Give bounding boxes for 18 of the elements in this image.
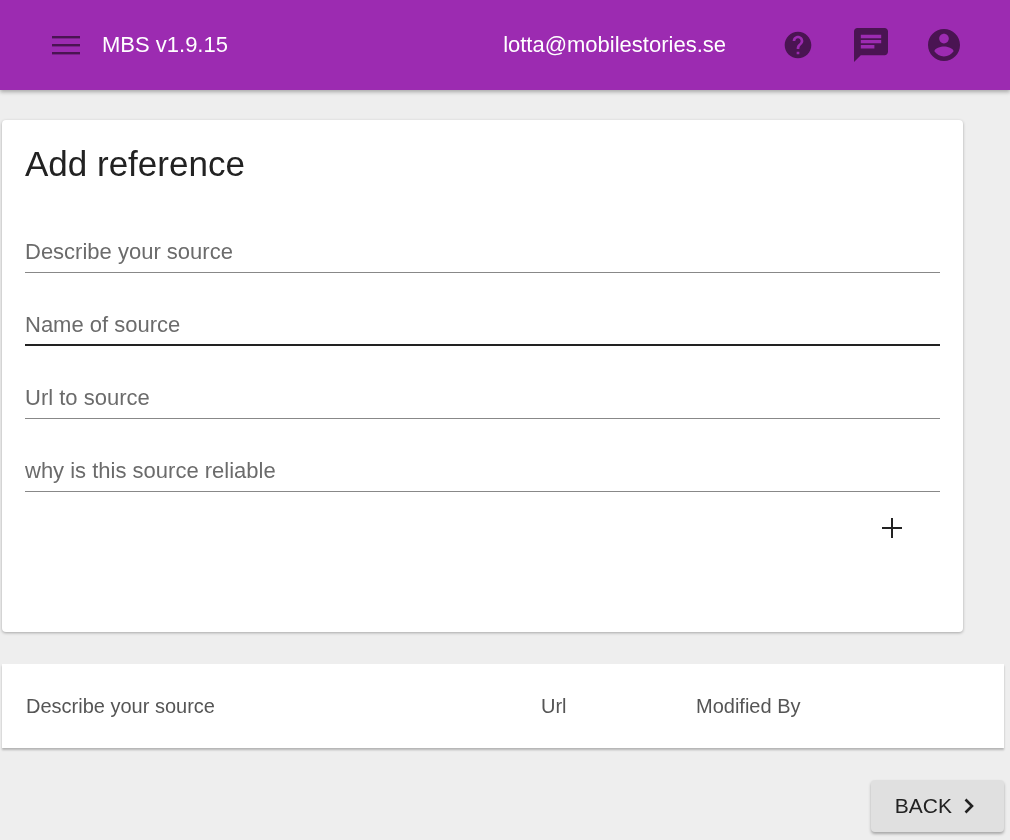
input-field[interactable]: Name of source [25,315,940,346]
plus-icon [880,516,904,540]
menu-icon[interactable] [52,35,80,55]
input-field[interactable]: why is this source reliable [25,461,940,492]
chat-icon[interactable] [854,28,888,62]
app-title: MBS v1.9.15 [102,32,228,58]
back-button[interactable]: BACK [870,780,1004,832]
card-title: Add reference [25,144,246,185]
column-header: Modified By [696,694,801,718]
chevron-right-icon [964,798,974,814]
input-field[interactable]: Describe your source [25,242,940,273]
column-header: Describe your source [26,694,216,718]
column-header: Url [541,694,568,718]
add-button[interactable] [880,516,904,540]
account-icon[interactable] [928,29,960,61]
input-field[interactable]: Url to source [25,388,940,419]
user-email: lotta@mobilestories.se [503,32,726,58]
help-icon[interactable] [782,29,814,61]
